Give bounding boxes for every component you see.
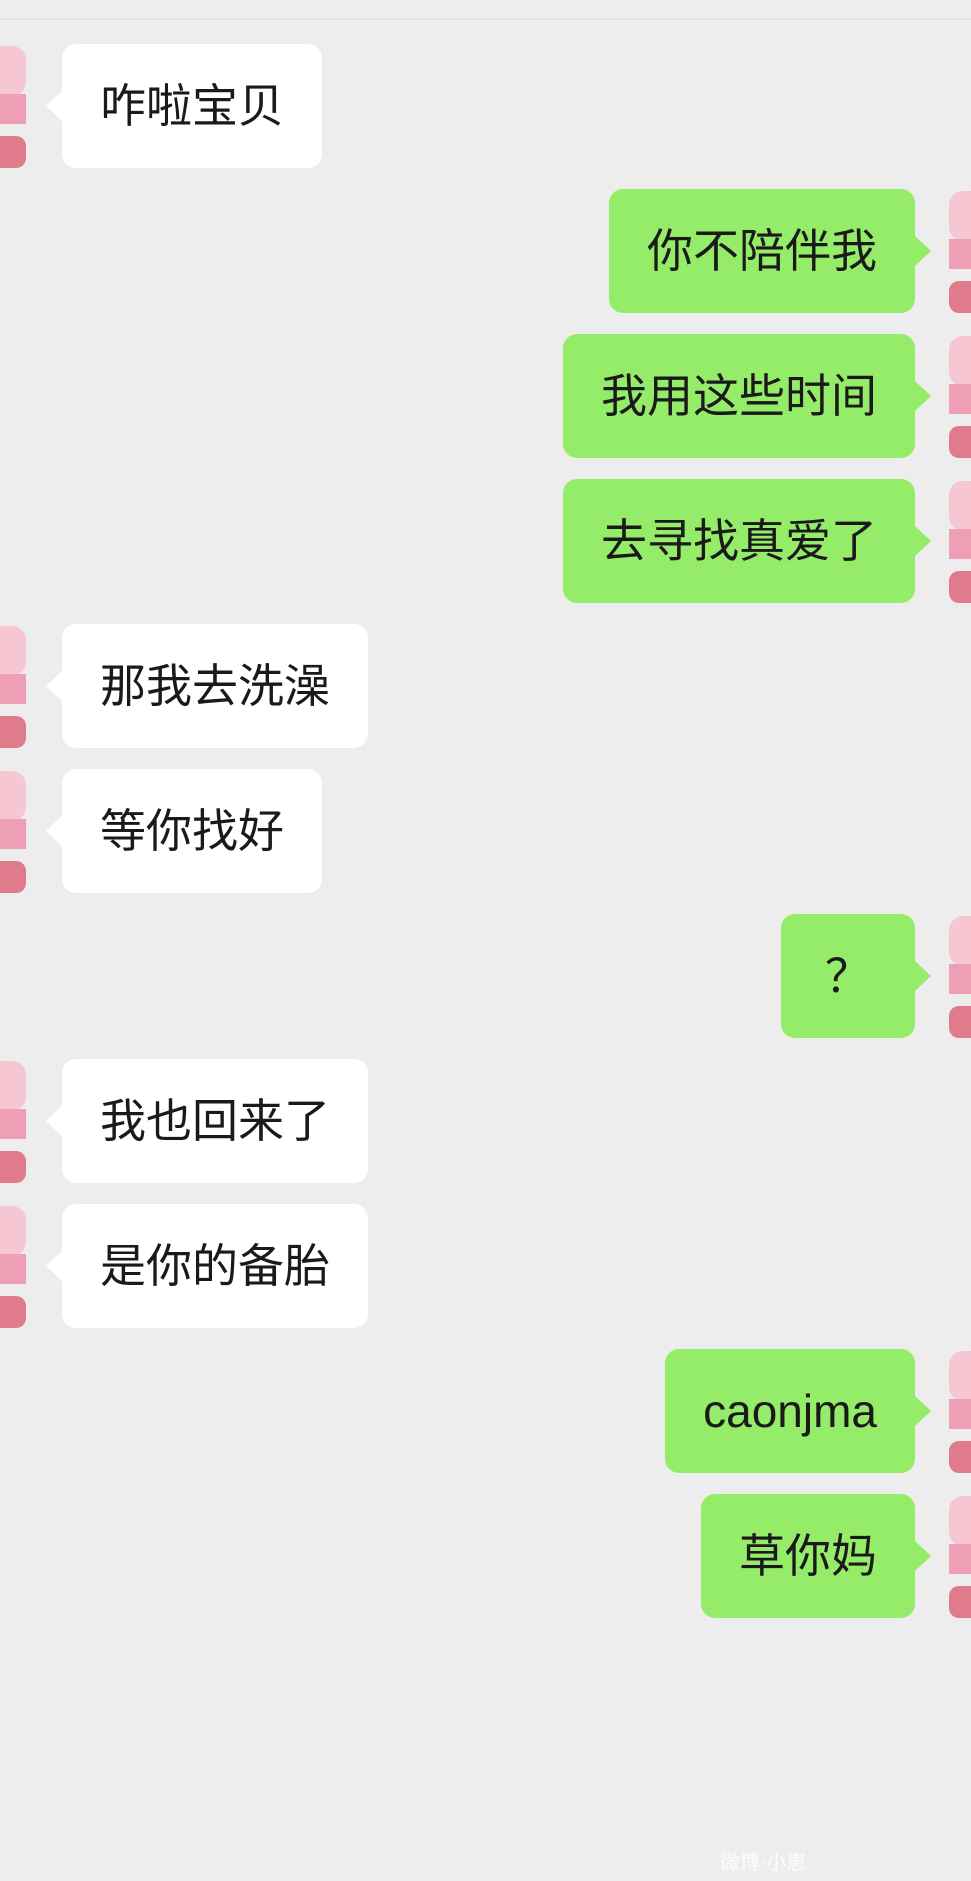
chat-message-incoming: 等你找好 — [0, 769, 971, 893]
message-bubble[interactable]: 等你找好 — [46, 769, 322, 893]
contact-avatar[interactable] — [0, 1059, 26, 1183]
message-bubble[interactable]: ？ — [781, 914, 931, 1038]
my-avatar[interactable] — [949, 189, 971, 313]
message-text: 我也回来了 — [100, 1094, 330, 1148]
bubble-tail — [914, 525, 931, 557]
bubble-tail — [914, 1540, 931, 1572]
message-bubble[interactable]: 那我去洗澡 — [46, 624, 368, 748]
bubble-tail — [46, 670, 63, 702]
chat-message-incoming: 我也回来了 — [0, 1059, 971, 1183]
message-text: 那我去洗澡 — [100, 659, 330, 713]
chat-message-outgoing: 我用这些时间 — [0, 334, 971, 458]
message-bubble[interactable]: 我也回来了 — [46, 1059, 368, 1183]
message-text: 咋啦宝贝 — [100, 79, 284, 133]
bubble-tail — [46, 1105, 63, 1137]
my-avatar[interactable] — [949, 1349, 971, 1473]
chat-message-outgoing: ？ — [0, 914, 971, 1038]
bubble-tail — [914, 380, 931, 412]
message-bubble[interactable]: caonjma — [665, 1349, 931, 1473]
bubble-tail — [46, 815, 63, 847]
chat-message-outgoing: 草你妈 — [0, 1494, 971, 1618]
watermark: 微博·小崽 — [720, 1850, 807, 1874]
my-avatar[interactable] — [949, 334, 971, 458]
chat-message-incoming: 那我去洗澡 — [0, 624, 971, 748]
message-text: ？ — [825, 949, 871, 1003]
chat-message-outgoing: 去寻找真爱了 — [0, 479, 971, 603]
my-avatar[interactable] — [949, 914, 971, 1038]
contact-avatar[interactable] — [0, 769, 26, 893]
contact-avatar[interactable] — [0, 1204, 26, 1328]
message-text: caonjma — [703, 1385, 877, 1437]
message-bubble[interactable]: 草你妈 — [701, 1494, 931, 1618]
chat-message-outgoing: caonjma — [0, 1349, 971, 1473]
message-bubble[interactable]: 去寻找真爱了 — [563, 479, 931, 603]
message-text: 是你的备胎 — [100, 1239, 330, 1293]
my-avatar[interactable] — [949, 1494, 971, 1618]
message-bubble[interactable]: 你不陪伴我 — [609, 189, 931, 313]
contact-avatar[interactable] — [0, 624, 26, 748]
bubble-tail — [914, 960, 931, 992]
my-avatar[interactable] — [949, 479, 971, 603]
chat-message-outgoing: 你不陪伴我 — [0, 189, 971, 313]
chat-message-list[interactable]: 咋啦宝贝 你不陪伴我 我用这些时间 去寻找真爱了 那我去洗澡 等你找好 ？ 我也… — [0, 0, 971, 1881]
bubble-tail — [46, 90, 63, 122]
message-bubble[interactable]: 我用这些时间 — [563, 334, 931, 458]
message-text: 你不陪伴我 — [647, 224, 877, 278]
message-text: 去寻找真爱了 — [601, 514, 877, 568]
contact-avatar[interactable] — [0, 44, 26, 168]
chat-message-incoming: 是你的备胎 — [0, 1204, 971, 1328]
message-text: 我用这些时间 — [601, 369, 877, 423]
message-bubble[interactable]: 是你的备胎 — [46, 1204, 368, 1328]
message-text: 草你妈 — [739, 1529, 877, 1583]
chat-message-incoming: 咋啦宝贝 — [0, 44, 971, 168]
bubble-tail — [46, 1250, 63, 1282]
message-bubble[interactable]: 咋啦宝贝 — [46, 44, 322, 168]
bubble-tail — [914, 235, 931, 267]
bubble-tail — [914, 1395, 931, 1427]
message-text: 等你找好 — [100, 804, 284, 858]
